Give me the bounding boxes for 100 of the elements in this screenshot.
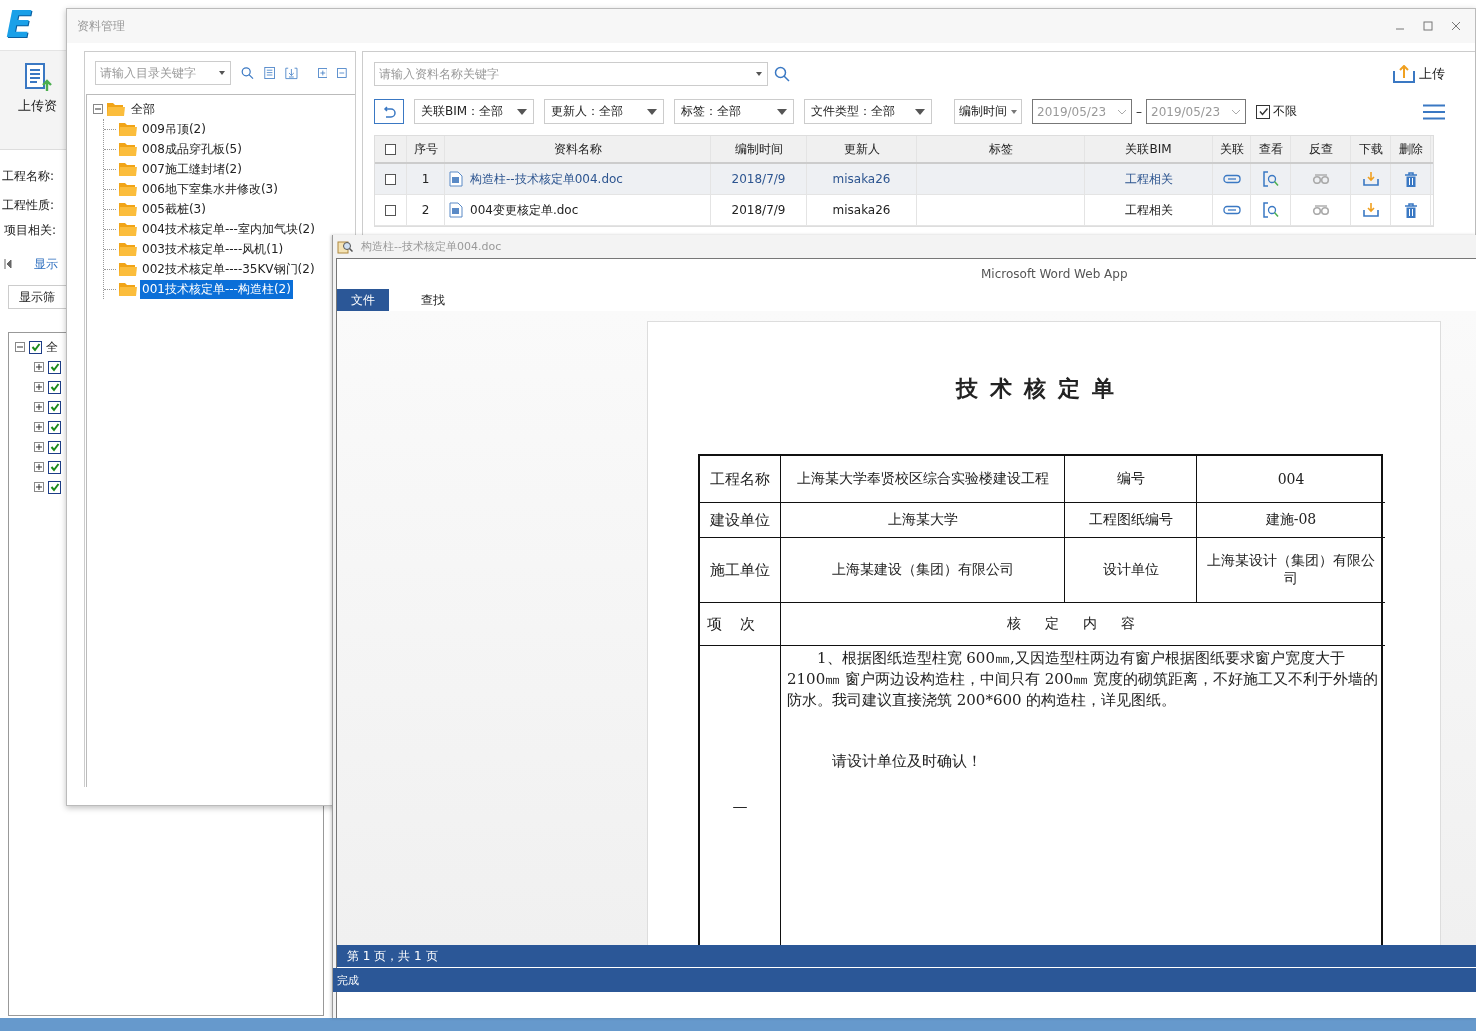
expand-icon[interactable] xyxy=(34,402,44,412)
search-icon[interactable] xyxy=(774,66,790,82)
list-icon[interactable] xyxy=(263,65,275,81)
first-page-icon[interactable] xyxy=(4,259,12,269)
collapse-icon[interactable] xyxy=(93,104,103,114)
tab[interactable]: 显示 xyxy=(34,255,58,273)
checkbox[interactable] xyxy=(48,480,61,494)
filter-dropdown[interactable]: 更新人：全部 xyxy=(544,99,664,124)
checkbox[interactable] xyxy=(48,440,61,454)
file-name[interactable]: 构造柱--技术核定单004.doc xyxy=(470,170,623,188)
status-text: 完成 xyxy=(337,972,359,988)
glasses-icon[interactable] xyxy=(1311,205,1330,215)
table-cell: 工程相关 xyxy=(1124,170,1173,188)
folder-icon xyxy=(119,222,137,236)
caret-icon xyxy=(647,108,657,115)
expand-icon[interactable] xyxy=(34,462,44,472)
checkbox[interactable] xyxy=(48,360,61,374)
download-icon[interactable] xyxy=(1362,203,1379,217)
table-cell: 设计单位 xyxy=(1102,561,1159,579)
app-logo: E xyxy=(6,4,32,44)
tree-item[interactable]: 009吊顶(2) xyxy=(140,119,208,139)
folder-icon xyxy=(119,122,137,136)
column-header: 查看 xyxy=(1251,136,1291,162)
tree-item[interactable]: 002技术核定单----35KV钢门(2) xyxy=(140,259,317,279)
table-cell: 工程图纸编号 xyxy=(1088,511,1173,529)
window-title: 资料管理 xyxy=(77,17,125,35)
table-cell: misaka26 xyxy=(832,172,891,186)
checkbox[interactable] xyxy=(385,143,396,155)
expand-icon[interactable] xyxy=(34,482,44,492)
field-label: 项目相关: xyxy=(3,222,57,239)
table-row[interactable]: 2 004变更核定单.doc 2018/7/9 misaka26 工程相关 xyxy=(375,195,1433,226)
date-separator: – xyxy=(1136,104,1142,119)
folder-icon xyxy=(119,202,137,216)
trash-icon[interactable] xyxy=(1404,202,1417,218)
expand-icon[interactable] xyxy=(34,422,44,432)
column-header: 反查 xyxy=(1291,136,1351,162)
chevron-icon xyxy=(1117,108,1127,115)
trash-icon[interactable] xyxy=(1404,171,1417,187)
download-icon[interactable] xyxy=(1362,172,1379,186)
table-cell: 建施-08 xyxy=(1265,511,1317,529)
checkbox[interactable] xyxy=(48,380,61,394)
filter-dropdown[interactable]: 文件类型：全部 xyxy=(804,99,932,124)
preview-icon[interactable] xyxy=(1262,171,1279,187)
ribbon-tab[interactable]: 文件 xyxy=(337,289,389,311)
checkbox[interactable] xyxy=(48,460,61,474)
back-button[interactable] xyxy=(374,99,404,124)
folder-icon xyxy=(119,282,137,296)
column-header: 关联BIM xyxy=(1085,136,1213,162)
folder-icon xyxy=(107,102,125,116)
table-row[interactable]: 1 构造柱--技术核定单004.doc 2018/7/9 misaka26 工程相关 xyxy=(375,164,1433,195)
paragraph: 请设计单位及时确认！ xyxy=(831,751,983,772)
checkbox[interactable] xyxy=(1256,104,1270,119)
chevron-icon xyxy=(1231,108,1241,115)
expand-icon[interactable] xyxy=(34,382,44,392)
folder-search-field[interactable]: 请输入目录关键字 xyxy=(95,61,231,85)
upload-button[interactable]: 上传资 xyxy=(14,61,61,115)
table-cell: 上海某大学奉贤校区综合实验楼建设工程 xyxy=(796,470,1049,488)
field-label: 工程名称: xyxy=(2,168,55,185)
upload-button[interactable]: 上传 xyxy=(1393,65,1445,83)
tree-item[interactable]: 001技术核定单---构造柱(2) xyxy=(140,279,293,299)
checkbox[interactable] xyxy=(48,400,61,414)
file-name[interactable]: 004变更核定单.doc xyxy=(470,201,579,219)
expand-icon[interactable] xyxy=(34,442,44,452)
table-cell: misaka26 xyxy=(832,203,891,217)
download-icon[interactable] xyxy=(285,65,298,81)
link-icon[interactable] xyxy=(1222,174,1241,184)
checkbox[interactable] xyxy=(29,340,42,354)
maximize-icon[interactable] xyxy=(1423,21,1433,31)
tree-item[interactable]: 全部 xyxy=(129,99,157,119)
tree-item[interactable]: 008成品穿孔板(5) xyxy=(140,139,244,159)
table-cell: 上海某大学 xyxy=(887,511,958,529)
tree-item[interactable]: 005截桩(3) xyxy=(140,199,208,219)
filter-dropdown[interactable]: 关联BIM：全部 xyxy=(414,99,534,124)
tree-item[interactable]: 004技术核定单---室内加气块(2) xyxy=(140,219,317,239)
table-cell: 项次 xyxy=(707,614,773,634)
link-icon[interactable] xyxy=(1222,205,1241,215)
menu-icon[interactable] xyxy=(1423,103,1445,120)
collapse-icon[interactable] xyxy=(15,342,25,352)
search-icon[interactable] xyxy=(241,65,254,81)
time-dropdown[interactable]: 编制时间 xyxy=(954,99,1022,124)
tree-item[interactable]: 006地下室集水井修改(3) xyxy=(140,179,280,199)
collapse-all-icon[interactable] xyxy=(337,67,347,79)
tree-item-label[interactable]: 全 xyxy=(46,338,58,356)
expand-icon[interactable] xyxy=(34,362,44,372)
checkbox[interactable] xyxy=(385,204,396,216)
expand-all-icon[interactable] xyxy=(317,67,328,79)
checkbox[interactable] xyxy=(48,420,61,434)
filter-dropdown[interactable]: 标签：全部 xyxy=(674,99,794,124)
close-icon[interactable] xyxy=(1451,21,1461,31)
page-status: 第 1 页，共 1 页 xyxy=(347,947,438,965)
ribbon-tab[interactable]: 查找 xyxy=(407,289,459,311)
preview-icon[interactable] xyxy=(1262,202,1279,218)
tree-item[interactable]: 007施工缝封堵(2) xyxy=(140,159,244,179)
file-search-field[interactable]: 请输入资料名称关键字 xyxy=(374,62,768,86)
caret-icon xyxy=(777,108,787,115)
caret-icon xyxy=(915,108,925,115)
column-header: 资料名称 xyxy=(445,136,711,162)
checkbox[interactable] xyxy=(385,173,396,185)
tree-item[interactable]: 003技术核定单----风机(1) xyxy=(140,239,286,259)
caret-icon xyxy=(517,108,527,115)
